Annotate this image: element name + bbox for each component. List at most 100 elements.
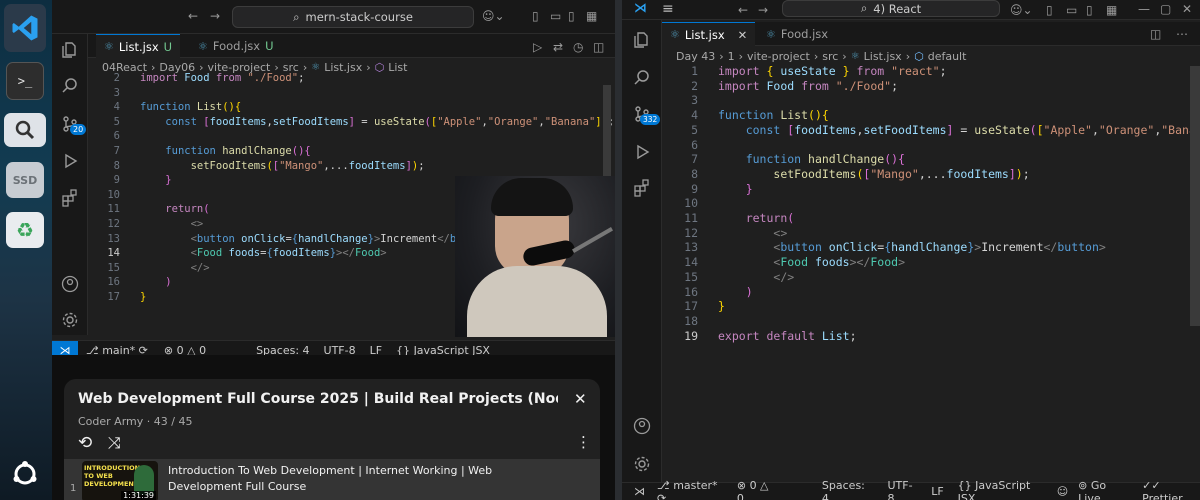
close-icon[interactable]: ✕ <box>574 390 587 408</box>
account-icon[interactable] <box>632 416 652 436</box>
code-line[interactable]: } <box>140 290 146 305</box>
search-app-icon[interactable] <box>4 113 46 147</box>
code-line[interactable]: ) <box>140 275 171 290</box>
code-line[interactable]: function List(){ <box>140 100 241 115</box>
source-control-icon[interactable]: 332 <box>632 104 661 125</box>
timeline-icon[interactable]: ◷ <box>573 40 583 54</box>
terminal-icon[interactable]: >_ <box>6 62 44 100</box>
back-arrow-icon[interactable]: ← <box>738 3 748 17</box>
window-divider[interactable] <box>615 0 622 500</box>
code-line[interactable]: <button onClick={handlChange}>Increment<… <box>140 232 495 247</box>
go-live-status[interactable]: ⊚ Go Live <box>1078 479 1128 500</box>
playlist-item-title[interactable]: Introduction To Web Development | Intern… <box>168 463 568 495</box>
problems-status[interactable]: ⊗ 0 △ 0 <box>737 479 776 500</box>
breadcrumb-item[interactable]: default <box>928 50 967 63</box>
hamburger-menu-icon[interactable]: ≡ <box>662 1 674 17</box>
prettier-status[interactable]: ✓✓ Prettier <box>1142 479 1200 500</box>
code-line[interactable]: </> <box>718 270 794 285</box>
copilot-status-icon[interactable]: ☺ <box>1057 485 1068 498</box>
search-icon[interactable] <box>632 68 652 88</box>
account-icon[interactable] <box>60 274 80 294</box>
eol-status[interactable]: LF <box>931 485 943 498</box>
code-line[interactable]: const [foodItems,setFoodItems] = useStat… <box>140 115 614 130</box>
code-line[interactable]: } <box>140 173 171 188</box>
code-line[interactable]: import Food from "./Food"; <box>140 71 304 86</box>
shuffle-icon[interactable]: ⤨ <box>108 433 121 453</box>
code-line[interactable]: <button onClick={handlChange}>Increment<… <box>718 240 1105 255</box>
code-line[interactable]: ) <box>718 285 753 300</box>
code-line[interactable]: } <box>718 299 725 314</box>
code-line[interactable]: <> <box>718 226 787 241</box>
code-line[interactable]: import { useState } from "react"; <box>718 64 947 79</box>
back-arrow-icon[interactable]: ← <box>188 9 198 23</box>
right-command-center[interactable]: ⌕ 4) React <box>782 0 1000 17</box>
breadcrumb-item[interactable]: List.jsx <box>864 50 902 63</box>
split-editor-icon[interactable]: ◫ <box>593 40 604 54</box>
breadcrumb-item[interactable]: src <box>822 50 838 63</box>
copilot-icon[interactable]: ☺⌄ <box>1010 3 1033 17</box>
ubuntu-icon[interactable] <box>6 455 44 493</box>
code-line[interactable]: export default List; <box>718 329 857 344</box>
vscode-icon[interactable] <box>4 4 46 52</box>
layout-panel-icon[interactable]: ▭ <box>550 9 561 23</box>
customize-layout-icon[interactable]: ▦ <box>1106 3 1117 17</box>
tab-food-jsx[interactable]: ⚛ Food.jsx <box>758 22 836 46</box>
breadcrumb-item[interactable]: vite-project <box>747 50 810 63</box>
code-line[interactable]: function handlChange(){ <box>140 144 310 159</box>
code-line[interactable]: } <box>718 182 753 197</box>
settings-gear-icon[interactable] <box>632 454 652 474</box>
settings-gear-icon[interactable] <box>60 310 80 330</box>
breadcrumb-item[interactable]: 1 <box>728 50 735 63</box>
customize-layout-icon[interactable]: ▦ <box>586 9 597 23</box>
code-line[interactable]: <> <box>140 217 204 232</box>
video-thumbnail[interactable]: INTRODUCTION TO WEB DEVELOPMENT 1:31:39 <box>82 461 158 500</box>
more-actions-icon[interactable]: ⋯ <box>1176 27 1188 41</box>
drive-icon[interactable]: SSD <box>6 162 44 198</box>
explorer-icon[interactable] <box>60 40 80 60</box>
code-line[interactable]: <Food foods></Food> <box>718 255 905 270</box>
right-scrollbar[interactable] <box>1190 66 1200 326</box>
code-line[interactable]: const [foodItems,setFoodItems] = useStat… <box>718 123 1200 138</box>
playlist-item[interactable]: 1 INTRODUCTION TO WEB DEVELOPMENT 1:31:3… <box>64 459 600 500</box>
maximize-icon[interactable]: ▢ <box>1160 2 1171 16</box>
run-debug-icon[interactable] <box>632 142 652 162</box>
layout-secondary-icon[interactable]: ▯ <box>1086 3 1093 17</box>
left-command-center[interactable]: ⌕ mern-stack-course <box>232 6 474 28</box>
run-icon[interactable]: ▷ <box>533 40 542 54</box>
code-line[interactable]: </> <box>140 261 210 276</box>
code-line[interactable]: function handlChange(){ <box>718 152 905 167</box>
code-line[interactable]: setFoodItems(["Mango",...foodItems]); <box>140 159 425 174</box>
explorer-icon[interactable] <box>632 30 652 50</box>
indentation-status[interactable]: Spaces: 4 <box>822 479 872 500</box>
search-icon[interactable] <box>60 76 80 96</box>
code-line[interactable]: import Food from "./Food"; <box>718 79 898 94</box>
split-editor-icon[interactable]: ◫ <box>1150 27 1161 41</box>
code-line[interactable]: function List(){ <box>718 108 829 123</box>
encoding-status[interactable]: UTF-8 <box>887 479 917 500</box>
remote-indicator-icon[interactable]: ⋊ <box>634 485 645 498</box>
layout-secondary-icon[interactable]: ▯ <box>568 9 575 23</box>
code-line[interactable]: return( <box>140 202 209 217</box>
playlist-title[interactable]: Web Development Full Course 2025 | Build… <box>78 391 558 407</box>
more-options-icon[interactable]: ⋮ <box>576 433 591 451</box>
code-line[interactable]: <Food foods={foodItems}></Food> <box>140 246 387 261</box>
close-tab-icon[interactable]: ✕ <box>738 28 748 42</box>
code-line[interactable]: return( <box>718 211 794 226</box>
loop-icon[interactable]: ⟲ <box>78 433 92 453</box>
breadcrumb-item[interactable]: List <box>388 61 407 74</box>
breadcrumb-item[interactable]: Day 43 <box>676 50 715 63</box>
code-line[interactable]: setFoodItems(["Mango",...foodItems]); <box>718 167 1029 182</box>
copilot-icon[interactable]: ☺⌄ <box>482 9 505 23</box>
forward-arrow-icon[interactable]: → <box>210 9 220 23</box>
playlist-channel[interactable]: Coder Army · 43 / 45 <box>78 415 192 428</box>
compare-icon[interactable]: ⇄ <box>553 40 563 54</box>
close-window-icon[interactable]: ✕ <box>1182 2 1192 16</box>
trash-icon[interactable]: ♻ <box>6 212 44 248</box>
extensions-icon[interactable] <box>632 178 652 198</box>
layout-sidebar-icon[interactable]: ▯ <box>532 9 539 23</box>
forward-arrow-icon[interactable]: → <box>758 3 768 17</box>
minimize-icon[interactable]: — <box>1138 2 1150 16</box>
tab-list-jsx[interactable]: ⚛ List.jsx U <box>96 34 181 58</box>
run-debug-icon[interactable] <box>60 151 80 171</box>
extensions-icon[interactable] <box>60 188 80 208</box>
